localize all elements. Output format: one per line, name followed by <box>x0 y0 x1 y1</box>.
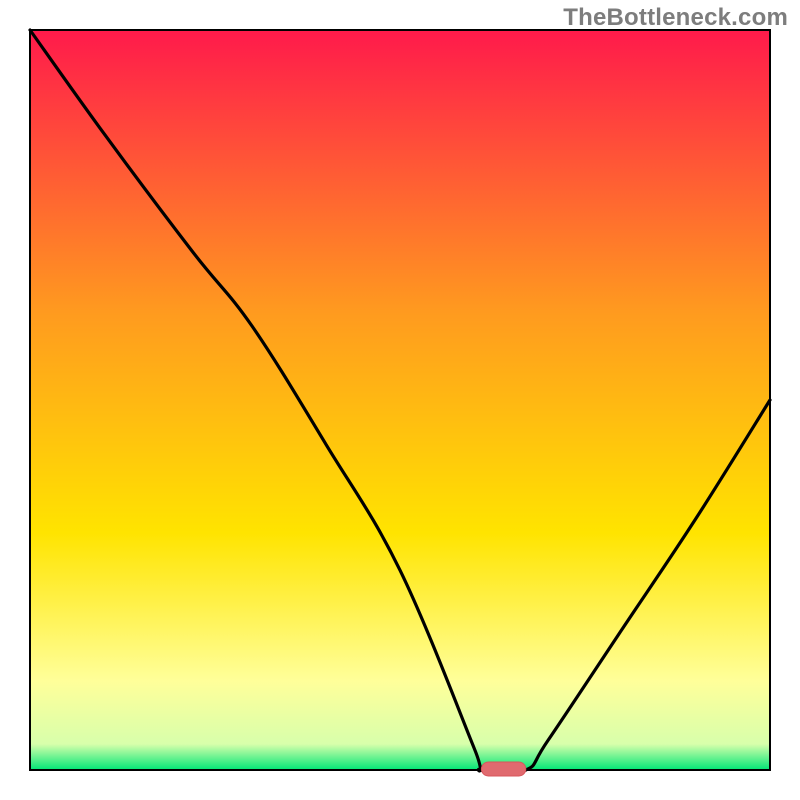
chart-svg <box>0 0 800 800</box>
optimal-marker <box>481 762 525 776</box>
plot-background <box>30 30 770 770</box>
bottleneck-chart: TheBottleneck.com <box>0 0 800 800</box>
